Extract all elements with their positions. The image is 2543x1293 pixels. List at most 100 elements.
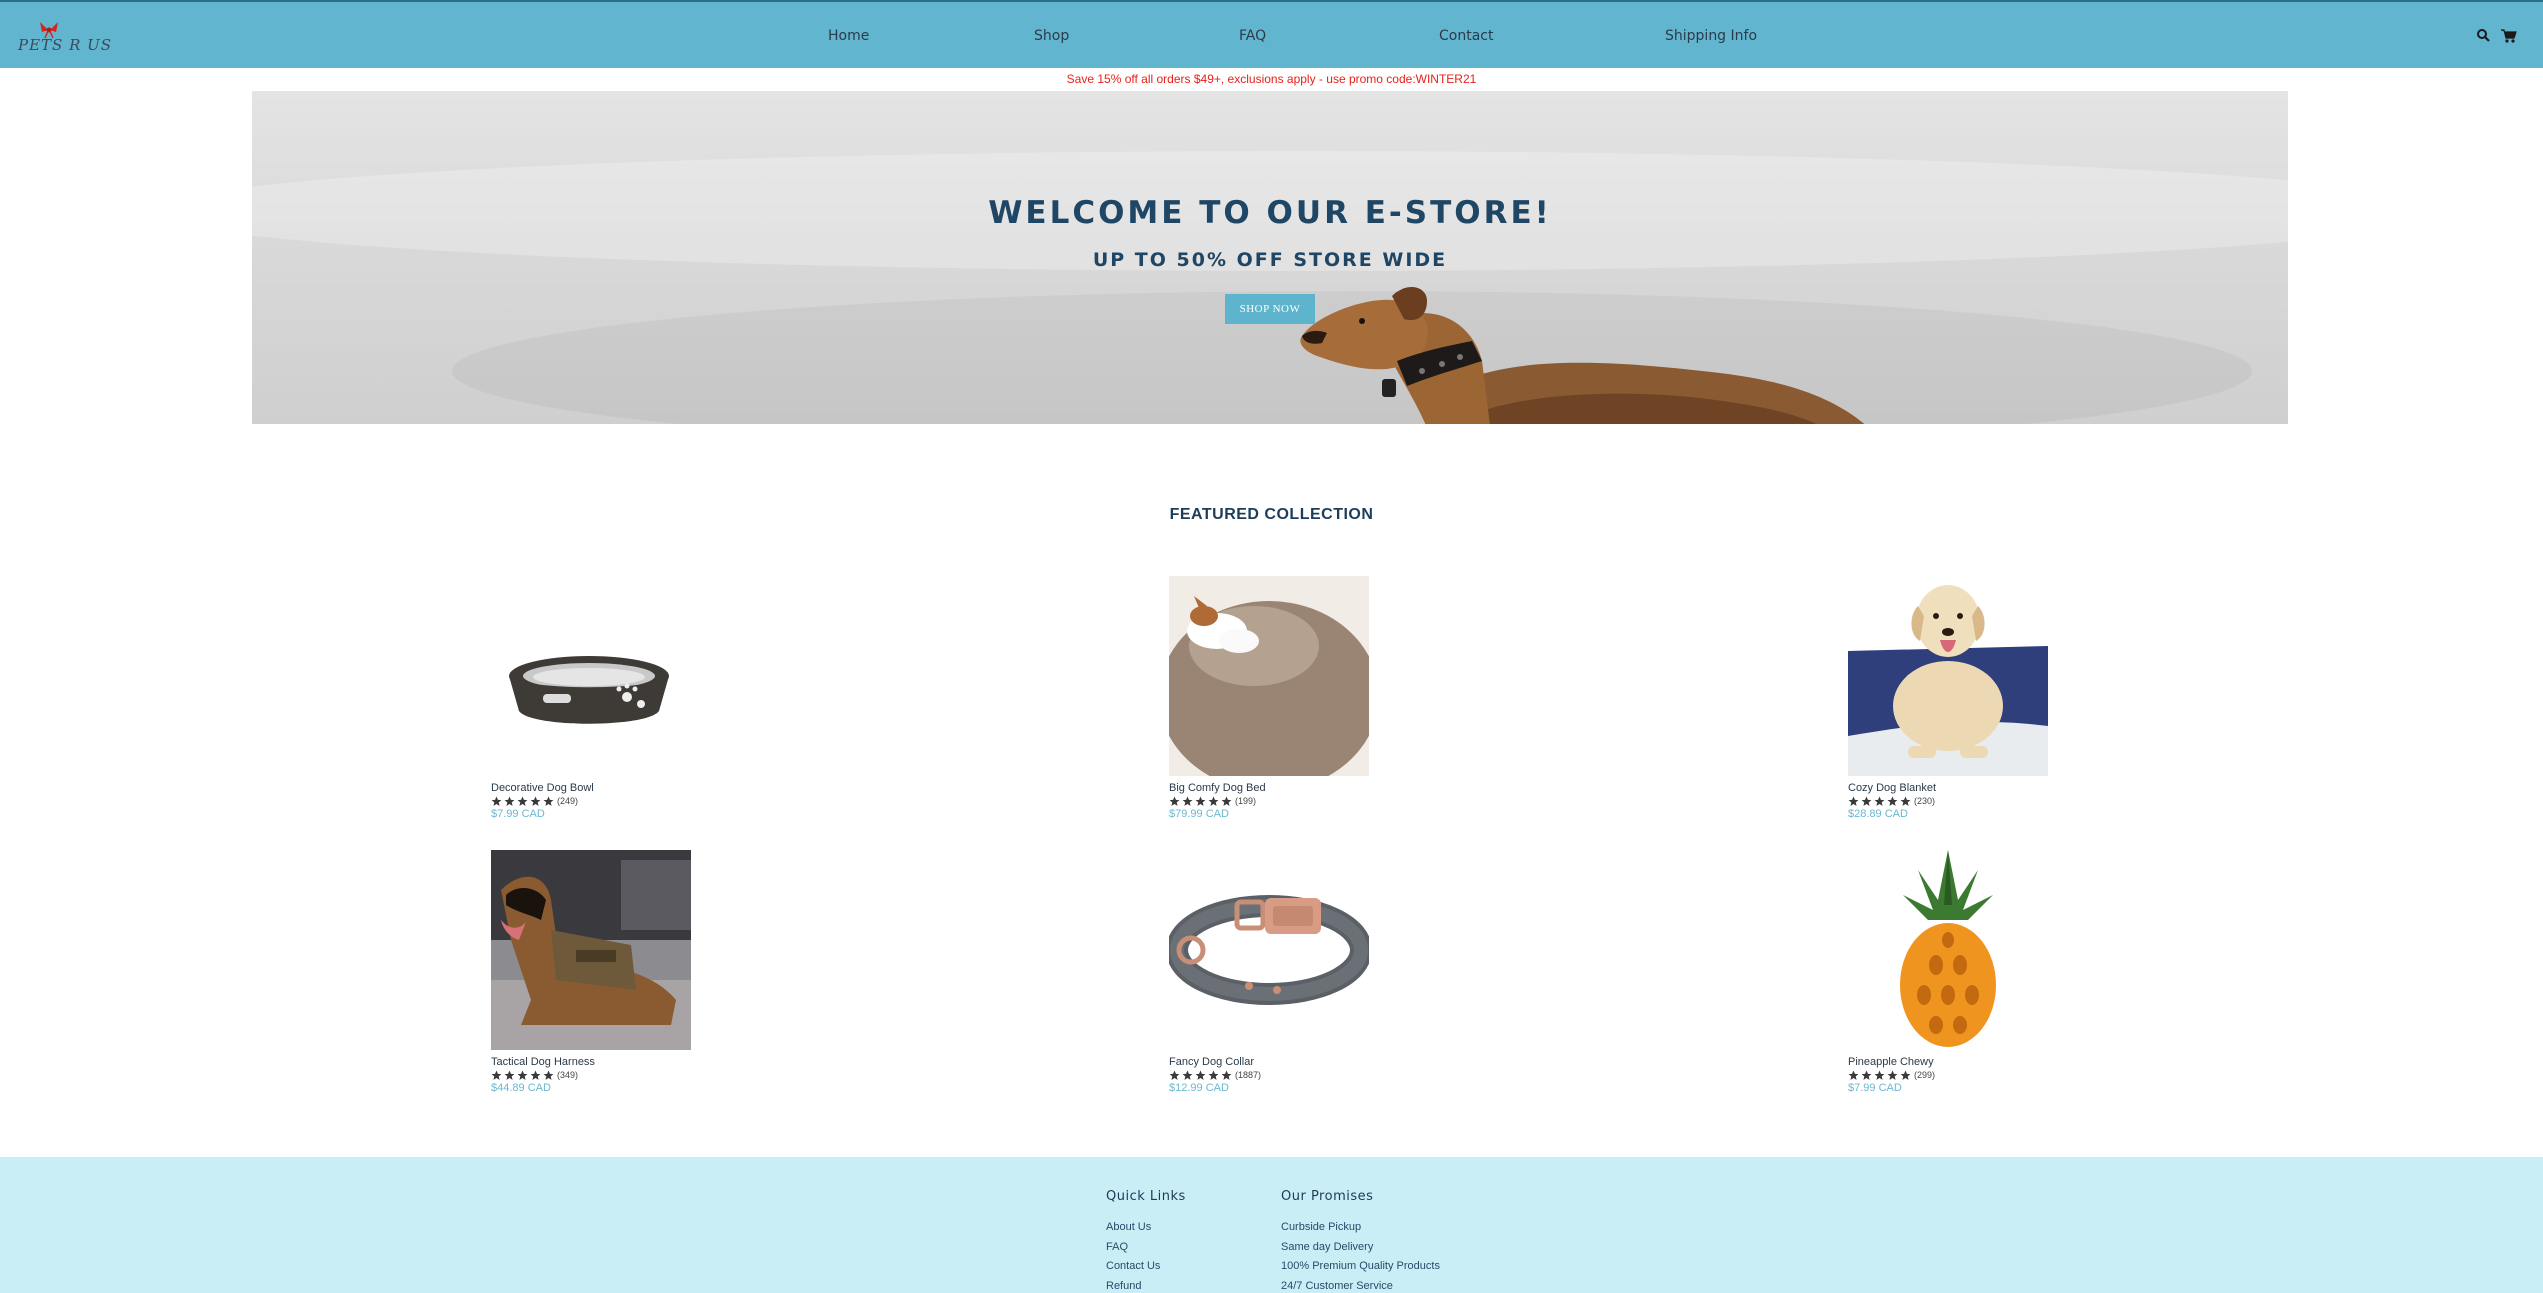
star-icon — [504, 1070, 515, 1080]
product-card[interactable]: Big Comfy Dog Bed (199) $79.99 CAD — [1169, 576, 1429, 820]
star-icon — [1208, 1070, 1219, 1080]
promo-banner: Save 15% off all orders $49+, exclusions… — [1066, 72, 1477, 86]
star-icon — [517, 796, 528, 806]
product-rating: (1887) — [1169, 1069, 1429, 1081]
product-image-dog-harness[interactable] — [491, 850, 691, 1050]
hero-subtitle: Up to 50% off store wide — [1092, 249, 1448, 271]
top-navbar: PETS R US Home Shop FAQ Contact Shipping… — [0, 0, 2543, 68]
hero-dog-image — [1300, 286, 1865, 424]
star-icon — [1169, 796, 1180, 806]
footer-link-contact[interactable]: Contact Us — [1106, 1257, 1186, 1277]
star-icon — [1182, 1070, 1193, 1080]
promise-curbside: Curbside Pickup — [1281, 1221, 1362, 1233]
star-icon — [530, 796, 541, 806]
star-rating — [1848, 1070, 1911, 1081]
star-icon — [1195, 796, 1206, 806]
star-icon — [543, 1070, 554, 1080]
star-icon — [1169, 1070, 1180, 1080]
product-rating: (299) — [1848, 1069, 2108, 1081]
product-card[interactable]: Decorative Dog Bowl (249) $7.99 CAD — [491, 576, 751, 820]
footer-link-faq[interactable]: FAQ — [1106, 1238, 1186, 1258]
star-icon — [491, 796, 502, 806]
product-price: $7.99 CAD — [491, 808, 545, 820]
nav-shop[interactable]: Shop — [1034, 28, 1069, 44]
star-icon — [517, 1070, 528, 1080]
star-rating — [1169, 1070, 1232, 1081]
promise-same-day: Same day Delivery — [1281, 1240, 1374, 1253]
star-icon — [491, 1070, 502, 1080]
star-icon — [504, 796, 515, 806]
star-icon — [1861, 796, 1872, 806]
star-icon — [1221, 796, 1232, 806]
product-name[interactable]: Cozy Dog Blanket — [1848, 782, 2108, 794]
review-count: (230) — [1914, 796, 1936, 806]
product-rating: (199) — [1169, 795, 1429, 807]
promise-support: 24/7 Customer Service — [1281, 1279, 1393, 1292]
star-icon — [1861, 1070, 1872, 1080]
star-icon — [1195, 1070, 1206, 1080]
product-price: $28.89 CAD — [1848, 808, 1908, 820]
featured-collection-title: FEATURED COLLECTION — [1169, 506, 1374, 523]
product-rating: (249) — [491, 795, 751, 807]
product-rating: (230) — [1848, 795, 2108, 807]
star-icon — [1900, 1070, 1911, 1080]
main-nav: Home Shop FAQ Contact Shipping Info — [0, 24, 2543, 50]
footer-link-refund[interactable]: Refund — [1106, 1277, 1186, 1293]
review-count: (299) — [1914, 1070, 1936, 1080]
product-name[interactable]: Decorative Dog Bowl — [491, 782, 751, 794]
star-icon — [543, 796, 554, 806]
product-name[interactable]: Tactical Dog Harness — [491, 1056, 751, 1068]
product-name[interactable]: Big Comfy Dog Bed — [1169, 782, 1429, 794]
promise-quality: 100% Premium Quality Products — [1281, 1260, 1440, 1272]
star-icon — [1221, 1070, 1232, 1080]
product-card[interactable]: Cozy Dog Blanket (230) $28.89 CAD — [1848, 576, 2108, 820]
star-icon — [1848, 1070, 1859, 1080]
product-price: $7.99 CAD — [1848, 1082, 1902, 1094]
product-price: $79.99 CAD — [1169, 808, 1229, 820]
review-count: (199) — [1235, 796, 1257, 806]
nav-contact[interactable]: Contact — [1439, 28, 1493, 44]
star-rating — [1169, 796, 1232, 807]
nav-faq[interactable]: FAQ — [1239, 28, 1266, 44]
cart-icon[interactable] — [2499, 26, 2519, 46]
star-rating — [1848, 796, 1911, 807]
search-icon[interactable] — [2474, 26, 2494, 46]
product-image-dog-bowl[interactable] — [491, 576, 691, 776]
product-card[interactable]: Pineapple Chewy (299) $7.99 CAD — [1848, 850, 2108, 1094]
star-icon — [530, 1070, 541, 1080]
product-image-pineapple-toy[interactable] — [1848, 850, 2048, 1050]
star-rating — [491, 1070, 554, 1081]
footer-quick-links: Quick Links About Us FAQ Contact Us Refu… — [1106, 1189, 1186, 1293]
product-card[interactable]: Tactical Dog Harness (349) $44.89 CAD — [491, 850, 751, 1094]
star-icon — [1208, 796, 1219, 806]
product-image-dog-collar[interactable] — [1169, 850, 1369, 1050]
star-icon — [1900, 796, 1911, 806]
product-card[interactable]: Fancy Dog Collar (1887) $12.99 CAD — [1169, 850, 1429, 1094]
product-name[interactable]: Fancy Dog Collar — [1169, 1056, 1429, 1068]
star-icon — [1848, 796, 1859, 806]
nav-home[interactable]: Home — [828, 28, 869, 44]
shop-now-button[interactable]: SHOP NOW — [1225, 294, 1315, 324]
star-rating — [491, 796, 554, 807]
nav-shipping-info[interactable]: Shipping Info — [1665, 28, 1757, 44]
star-icon — [1874, 1070, 1885, 1080]
quick-links-heading: Quick Links — [1106, 1189, 1186, 1204]
promises-heading: Our Promises — [1281, 1189, 1374, 1204]
review-count: (1887) — [1235, 1070, 1262, 1080]
hero-title: Welcome to our E-Store! — [988, 195, 1552, 231]
product-image-dog-blanket[interactable] — [1848, 576, 2048, 776]
star-icon — [1887, 1070, 1898, 1080]
product-name[interactable]: Pineapple Chewy — [1848, 1056, 2108, 1068]
product-price: $12.99 CAD — [1169, 1082, 1229, 1094]
footer-promises: Our Promises Curbside Pickup Same day De… — [1281, 1189, 1440, 1293]
product-price: $44.89 CAD — [491, 1082, 551, 1094]
review-count: (349) — [557, 1070, 579, 1080]
star-icon — [1887, 796, 1898, 806]
hero-banner: Welcome to our E-Store! Up to 50% off st… — [252, 91, 2288, 424]
star-icon — [1182, 796, 1193, 806]
footer-link-about[interactable]: About Us — [1106, 1218, 1186, 1238]
site-footer: Quick Links About Us FAQ Contact Us Refu… — [0, 1157, 2543, 1293]
product-image-dog-bed[interactable] — [1169, 576, 1369, 776]
star-icon — [1874, 796, 1885, 806]
review-count: (249) — [557, 796, 579, 806]
